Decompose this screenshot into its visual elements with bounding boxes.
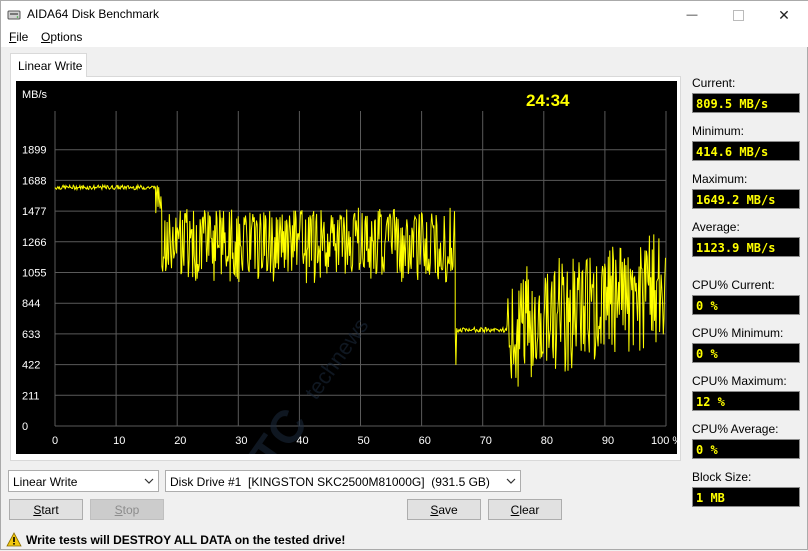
- drive-select-value: Disk Drive #1 [KINGSTON SKC2500M81000G] …: [170, 475, 490, 489]
- cpu-minimum-label: CPU% Minimum:: [692, 326, 784, 340]
- x-tick-label: 80: [541, 435, 553, 447]
- y-tick-label: 1477: [22, 206, 46, 218]
- watermark-logo: TC technews: [240, 313, 374, 454]
- x-tick-label: 90: [602, 435, 614, 447]
- y-tick-label: 1899: [22, 145, 46, 157]
- cpu-current-value: 0 %: [692, 295, 800, 315]
- disk-app-icon: [7, 10, 21, 20]
- y-tick-label: 1688: [22, 175, 46, 187]
- maximize-icon: [732, 9, 744, 21]
- benchmark-chart: TC technews MB/s 24:34 18991688147712661…: [16, 81, 677, 454]
- current-label: Current:: [692, 76, 736, 90]
- menu-bar: File Options: [1, 29, 808, 47]
- x-tick-label: 10: [113, 435, 125, 447]
- x-axis-ticks: 0 10 20 30 40 50 60 70 80 90 100 %: [52, 435, 677, 447]
- tab-linear-write[interactable]: Linear Write: [10, 53, 87, 77]
- minimize-button[interactable]: —: [669, 1, 715, 29]
- maximize-button[interactable]: [715, 1, 761, 29]
- chevron-down-icon: [506, 478, 516, 484]
- warning-bar: Write tests will DESTROY ALL DATA on the…: [1, 529, 808, 551]
- y-axis-ticks: 1899 1688 1477 1266 1055 844 633 422 211 0: [22, 145, 46, 433]
- x-tick-label: 100 %: [651, 435, 677, 447]
- save-button[interactable]: Save: [407, 499, 481, 520]
- svg-text:technews: technews: [300, 313, 374, 403]
- cpu-maximum-label: CPU% Maximum:: [692, 374, 787, 388]
- chevron-down-icon: [144, 478, 154, 484]
- cpu-average-label: CPU% Average:: [692, 422, 779, 436]
- stop-button[interactable]: Stop: [90, 499, 164, 520]
- elapsed-timer: 24:34: [526, 91, 570, 110]
- clear-button[interactable]: Clear: [488, 499, 562, 520]
- y-tick-label: 844: [22, 298, 40, 310]
- minimum-label: Minimum:: [692, 124, 745, 138]
- maximum-label: Maximum:: [692, 172, 748, 186]
- y-tick-label: 211: [22, 390, 40, 402]
- maximum-value: 1649.2 MB/s: [692, 189, 800, 209]
- x-tick-label: 70: [480, 435, 492, 447]
- y-tick-label: 0: [22, 421, 28, 433]
- warning-icon: [6, 532, 22, 547]
- menu-file[interactable]: File: [9, 30, 28, 44]
- y-tick-label: 1266: [22, 237, 46, 249]
- x-tick-label: 60: [419, 435, 431, 447]
- close-icon: ✕: [778, 6, 790, 23]
- y-tick-label: 633: [22, 329, 40, 341]
- cpu-current-label: CPU% Current:: [692, 278, 775, 292]
- chart-grid: [54, 111, 667, 427]
- x-tick-label: 40: [296, 435, 308, 447]
- x-tick-label: 30: [235, 435, 247, 447]
- y-tick-label: 422: [22, 360, 40, 372]
- cpu-minimum-value: 0 %: [692, 343, 800, 363]
- y-axis-label: MB/s: [22, 89, 48, 101]
- drive-select[interactable]: Disk Drive #1 [KINGSTON SKC2500M81000G] …: [165, 470, 521, 492]
- warning-text: Write tests will DESTROY ALL DATA on the…: [26, 533, 346, 547]
- cpu-maximum-value: 12 %: [692, 391, 800, 411]
- minimum-value: 414.6 MB/s: [692, 141, 800, 161]
- title-bar: AIDA64 Disk Benchmark — ✕: [1, 1, 808, 29]
- test-type-select-value: Linear Write: [13, 475, 78, 489]
- x-tick-label: 50: [358, 435, 370, 447]
- block-size-value: 1 MB: [692, 487, 800, 507]
- y-tick-label: 1055: [22, 268, 46, 280]
- close-button[interactable]: ✕: [761, 1, 807, 29]
- average-label: Average:: [692, 220, 740, 234]
- benchmark-window: AIDA64 Disk Benchmark — ✕ File Options L…: [0, 0, 808, 550]
- average-value: 1123.9 MB/s: [692, 237, 800, 257]
- test-type-select[interactable]: Linear Write: [8, 470, 159, 492]
- x-tick-label: 20: [174, 435, 186, 447]
- window-title: AIDA64 Disk Benchmark: [27, 7, 160, 21]
- start-button[interactable]: Start: [9, 499, 83, 520]
- menu-options[interactable]: Options: [41, 30, 82, 44]
- block-size-label: Block Size:: [692, 470, 752, 484]
- x-tick-label: 0: [52, 435, 58, 447]
- current-value: 809.5 MB/s: [692, 93, 800, 113]
- minimize-icon: —: [686, 9, 698, 21]
- cpu-average-value: 0 %: [692, 439, 800, 459]
